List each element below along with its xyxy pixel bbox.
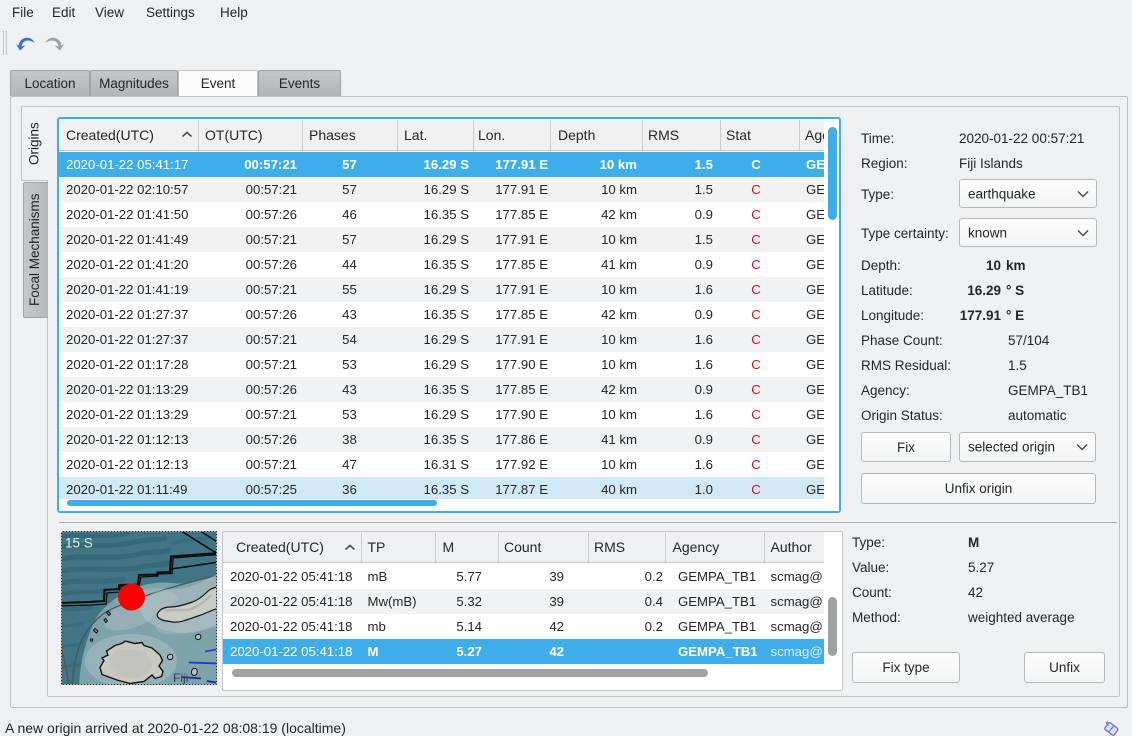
svg-text:Fiji: Fiji xyxy=(173,671,188,685)
svg-text:15 S: 15 S xyxy=(65,536,93,551)
